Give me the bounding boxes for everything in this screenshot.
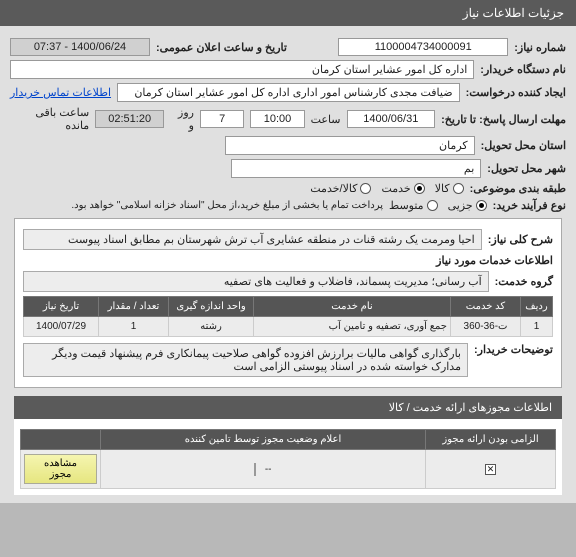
- radio-both[interactable]: کالا/خدمت: [310, 182, 371, 195]
- city-value: بم: [231, 159, 481, 178]
- cell-rownum: 1: [521, 317, 553, 337]
- province-label: استان محل تحویل:: [481, 139, 566, 152]
- creator-value: ضیافت مجدی کارشناس امور اداری اداره کل ا…: [117, 83, 460, 102]
- category-radio-group: کالا خدمت کالا/خدمت: [310, 182, 463, 195]
- status-input[interactable]: [254, 463, 256, 476]
- permits-table: الزامی بودن ارائه مجوز اعلام وضعیت مجوز …: [20, 429, 556, 489]
- province-value: کرمان: [225, 136, 475, 155]
- page-title: جزئیات اطلاعات نیاز: [463, 6, 564, 20]
- deadline-date: 1400/06/31: [347, 110, 436, 128]
- process-radio-group: جزیی متوسط: [389, 199, 487, 212]
- th-action: [21, 430, 101, 450]
- buyer-notes-label: توضیحات خریدار:: [474, 343, 553, 356]
- permits-panel: الزامی بودن ارائه مجوز اعلام وضعیت مجوز …: [14, 419, 562, 495]
- need-title-value: احیا ومرمت یک رشته قنات در منطقه عشایری …: [23, 229, 482, 250]
- need-title-label: شرح کلی نیاز:: [488, 233, 553, 246]
- th-name: نام خدمت: [254, 297, 451, 317]
- th-qty: تعداد / مقدار: [99, 297, 169, 317]
- status-dash: --: [265, 464, 272, 475]
- th-mandatory: الزامی بودن ارائه مجوز: [426, 430, 556, 450]
- table-row: 1 ت-36-360 جمع آوری، تصفیه و تامین آب رش…: [24, 317, 553, 337]
- deadline-time: 10:00: [250, 110, 304, 128]
- radio-kala[interactable]: کالا: [435, 182, 464, 195]
- radio-icon: [427, 200, 438, 211]
- cell-unit: رشته: [169, 317, 254, 337]
- cell-date: 1400/07/29: [24, 317, 99, 337]
- services-header: اطلاعات خدمات مورد نیاز: [23, 254, 553, 267]
- creator-label: ایجاد کننده درخواست:: [466, 86, 566, 99]
- cell-qty: 1: [99, 317, 169, 337]
- announce-date-value: 1400/06/24 - 07:37: [10, 38, 150, 56]
- radio-icon: [476, 200, 487, 211]
- buyer-org-label: نام دستگاه خریدار:: [480, 63, 566, 76]
- process-label: نوع فرآیند خرید:: [493, 199, 566, 212]
- cell-action: مشاهده مجوز: [21, 450, 101, 489]
- remain-time: 02:51:20: [95, 110, 164, 128]
- buyer-notes-value: بارگذاری گواهی مالیات برارزش افزوده گواه…: [23, 343, 468, 377]
- buyer-org-value: اداره کل امور عشایر استان کرمان: [10, 60, 474, 79]
- buyer-contact-link[interactable]: اطلاعات تماس خریدار: [10, 86, 111, 99]
- th-rownum: ردیف: [521, 297, 553, 317]
- permits-section-title: اطلاعات مجوزهای ارائه خدمت / کالا: [14, 396, 562, 419]
- th-status: اعلام وضعیت مجوز توسط تامین کننده: [101, 430, 426, 450]
- table-row: -- مشاهده مجوز: [21, 450, 556, 489]
- th-date: تاریخ نیاز: [24, 297, 99, 317]
- radio-icon: [414, 183, 425, 194]
- day-label: روز و: [170, 106, 194, 132]
- service-group-label: گروه خدمت:: [495, 275, 553, 288]
- th-code: کد خدمت: [451, 297, 521, 317]
- services-table: ردیف کد خدمت نام خدمت واحد اندازه گیری ت…: [23, 296, 553, 337]
- days-left: 7: [200, 110, 244, 128]
- radio-jozei[interactable]: جزیی: [448, 199, 487, 212]
- radio-icon: [360, 183, 371, 194]
- cell-mandatory: [426, 450, 556, 489]
- process-note: پرداخت تمام یا بخشی از مبلغ خرید،از محل …: [71, 200, 383, 211]
- radio-motevasset[interactable]: متوسط: [389, 199, 438, 212]
- page-title-bar: جزئیات اطلاعات نیاز: [0, 0, 576, 26]
- category-label: طبقه بندی موضوعی:: [470, 182, 566, 195]
- need-no-value: 1100004734000091: [338, 38, 508, 56]
- need-details-panel: شرح کلی نیاز: احیا ومرمت یک رشته قنات در…: [14, 218, 562, 388]
- time-label: ساعت: [311, 113, 341, 126]
- mandatory-checkbox[interactable]: [485, 464, 496, 475]
- th-unit: واحد اندازه گیری: [169, 297, 254, 317]
- cell-code: ت-36-360: [451, 317, 521, 337]
- main-panel: شماره نیاز: 1100004734000091 تاریخ و ساع…: [0, 26, 576, 503]
- view-permit-button[interactable]: مشاهده مجوز: [24, 454, 97, 484]
- cell-name: جمع آوری، تصفیه و تامین آب: [254, 317, 451, 337]
- announce-date-label: تاریخ و ساعت اعلان عمومی:: [156, 41, 287, 54]
- service-group-value: آب رسانی؛ مدیریت پسماند، فاضلاب و فعالیت…: [23, 271, 489, 292]
- radio-khadamat[interactable]: خدمت: [381, 182, 424, 195]
- remain-label: ساعت باقی مانده: [10, 106, 89, 132]
- deadline-label: مهلت ارسال پاسخ: تا تاریخ:: [441, 113, 566, 126]
- need-no-label: شماره نیاز:: [514, 41, 566, 54]
- radio-icon: [453, 183, 464, 194]
- cell-status: --: [101, 450, 426, 489]
- city-label: شهر محل تحویل:: [487, 162, 566, 175]
